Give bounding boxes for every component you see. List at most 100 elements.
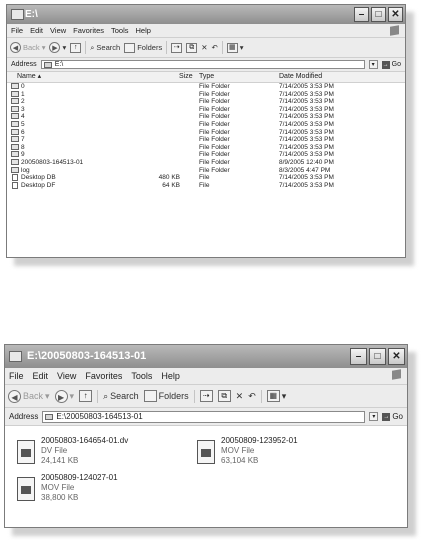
forward-button[interactable]: ▶ ▾ [49,42,66,53]
back-label: Back [23,43,40,52]
minimize-button[interactable]: – [350,348,367,365]
file-list-row[interactable]: 4 File Folder 7/14/2005 3:53 PM [7,113,405,121]
go-button[interactable]: → Go [382,412,407,421]
file-tile[interactable]: 20050809-124027-01 MOV File 38,800 KB [17,473,187,513]
file-list-row[interactable]: 5 File Folder 7/14/2005 3:53 PM [7,120,405,129]
title-bar[interactable]: E:\20050803-164513-01 – □ ✕ [5,345,407,368]
forward-button[interactable]: ▶ ▾ [54,389,74,403]
folders-label: Folders [137,43,163,52]
file-tile-text: 20050803-164654-01.dv DV File 24,141 KB [41,436,128,466]
toolbar-separator [193,389,195,403]
toolbar-separator [85,41,87,54]
file-list-row[interactable]: Desktop DF 64 KB File 7/14/2005 3:53 PM [7,181,405,190]
delete-icon[interactable]: ✕ [236,391,244,402]
folders-button[interactable]: Folders [124,42,163,53]
column-header-type[interactable]: Type [199,72,214,82]
file-list-row[interactable]: 3 File Folder 7/14/2005 3:53 PM [7,105,405,114]
row-type: File [199,181,210,189]
folder-icon [9,351,22,362]
menu-edit[interactable]: Edit [33,368,49,384]
copy-to-icon[interactable]: ⧉ [217,390,231,402]
close-button[interactable]: ✕ [388,7,403,22]
file-list-row[interactable]: Desktop DB 480 KB File 7/14/2005 3:53 PM [7,174,405,182]
search-icon: ⌕ [103,390,109,401]
file-list-row[interactable]: log File Folder 8/3/2005 4:47 PM [7,166,405,175]
menu-tools[interactable]: Tools [131,368,152,384]
views-button[interactable]: ▦ ▾ [266,390,286,402]
title-bar[interactable]: E:\ – □ ✕ [7,5,405,24]
up-folder-icon[interactable]: ↑ [70,42,82,53]
row-type: File Folder [199,105,230,113]
row-name: Desktop DB [21,174,56,182]
menu-help[interactable]: Help [136,24,151,37]
menu-favorites[interactable]: Favorites [73,24,104,37]
file-list-row[interactable]: 6 File Folder 7/14/2005 3:53 PM [7,128,405,137]
file-tile-type: MOV File [221,446,255,455]
file-list-row[interactable]: 2 File Folder 7/14/2005 3:53 PM [7,98,405,106]
address-input[interactable]: E:\ [40,60,365,69]
delete-icon[interactable]: ✕ [201,43,207,52]
undo-icon[interactable]: ↶ [212,43,218,52]
toolbar: ◀ Back ▾ ▶ ▾ ↑ ⌕ Search Folders ⇢ ⧉ ✕ ↶ … [7,38,405,58]
search-button[interactable]: ⌕ Search [90,43,120,53]
file-list-row[interactable]: 7 File Folder 7/14/2005 3:53 PM [7,136,405,144]
menu-file[interactable]: File [11,24,23,37]
chevron-down-icon: ▾ [62,43,67,52]
go-button[interactable]: → Go [381,60,405,69]
search-label: Search [96,43,121,52]
column-header-size[interactable]: Size [179,72,193,82]
file-list-row[interactable]: 8 File Folder 7/14/2005 3:53 PM [7,143,405,152]
minimize-button[interactable]: – [354,7,369,22]
file-list-row[interactable]: 9 File Folder 7/14/2005 3:53 PM [7,151,405,159]
menu-favorites[interactable]: Favorites [85,368,122,384]
menu-view[interactable]: View [50,24,66,37]
folder-icon [11,90,19,97]
menu-file[interactable]: File [9,368,24,384]
address-bar: Address E:\20050803-164513-01 ▾ → Go [5,408,407,426]
file-list-row[interactable]: 1 File Folder 7/14/2005 3:53 PM [7,90,405,99]
search-label: Search [110,391,139,401]
column-header-date[interactable]: Date Modified [279,72,322,82]
menu-bar: File Edit View Favorites Tools Help [5,368,407,385]
maximize-button[interactable]: □ [369,348,386,365]
move-to-icon[interactable]: ⇢ [199,390,213,402]
folders-icon [124,42,136,53]
row-type: File Folder [199,166,230,174]
menu-tools[interactable]: Tools [111,24,129,37]
address-bar: Address E:\ ▾ → Go [7,58,405,72]
folders-icon [143,390,157,402]
address-dropdown-button[interactable]: ▾ [368,60,378,69]
maximize-button[interactable]: □ [371,7,386,22]
back-button[interactable]: ◀ Back ▾ [8,389,50,403]
row-type: File Folder [199,113,230,121]
file-tile[interactable]: 20050809-123952-01 MOV File 63,104 KB [197,436,367,476]
file-tile[interactable]: 20050803-164654-01.dv DV File 24,141 KB [17,436,187,476]
row-name: 2 [21,98,25,106]
copy-to-icon[interactable]: ⧉ [186,42,198,53]
address-input[interactable]: E:\20050803-164513-01 [42,410,366,423]
up-folder-icon[interactable]: ↑ [79,390,93,402]
file-list-row[interactable]: 20050803-164513-01 File Folder 8/9/2005 12… [7,158,405,167]
back-button[interactable]: ◀ Back ▾ [10,42,45,53]
windows-flag-icon [390,25,399,36]
search-button[interactable]: ⌕ Search [103,391,139,402]
address-dropdown-button[interactable]: ▾ [369,412,379,421]
address-value: E:\ [54,61,64,68]
toolbar-separator [97,389,99,403]
column-header-name[interactable]: Name ▴ [17,72,41,82]
video-file-icon [17,440,35,464]
move-to-icon[interactable]: ⇢ [171,42,183,53]
folder-icon [11,166,19,173]
views-button[interactable]: ▦ ▾ [226,42,244,53]
toolbar-separator [166,41,168,54]
row-name: 20050803-164513-01 [21,158,84,166]
menu-help[interactable]: Help [161,368,180,384]
menu-edit[interactable]: Edit [30,24,43,37]
folders-button[interactable]: Folders [143,390,189,402]
undo-icon[interactable]: ↶ [248,391,256,402]
menu-bar: File Edit View Favorites Tools Help [7,24,405,38]
close-button[interactable]: ✕ [388,348,405,365]
row-type: File Folder [199,158,230,166]
file-list-row[interactable]: 0 File Folder 7/14/2005 3:53 PM [7,83,405,91]
menu-view[interactable]: View [57,368,76,384]
